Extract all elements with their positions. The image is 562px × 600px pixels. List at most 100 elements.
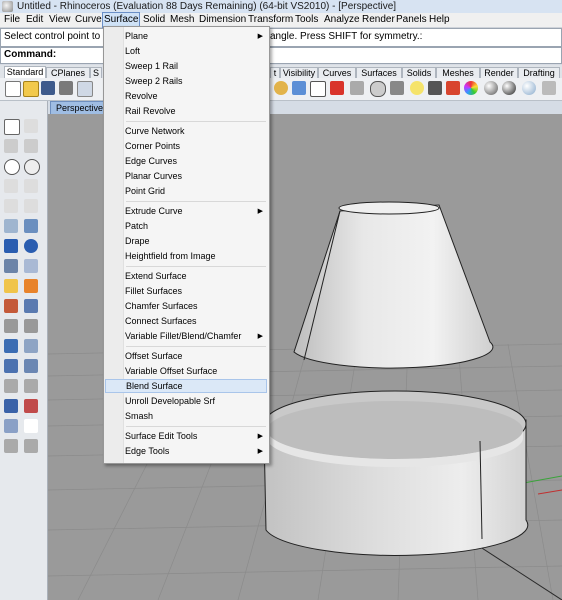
menu-view[interactable]: View: [49, 13, 71, 27]
properties-icon[interactable]: [428, 81, 442, 95]
freeform-curve-icon[interactable]: [24, 199, 38, 213]
circle-icon[interactable]: [4, 159, 20, 175]
menu-item-sweep-1-rail[interactable]: Sweep 1 Rail: [124, 59, 269, 74]
new-file-icon[interactable]: [5, 81, 21, 97]
menu-item-plane[interactable]: Plane ▶: [124, 29, 269, 44]
analyze-icon[interactable]: [4, 419, 18, 433]
point-icon[interactable]: [24, 119, 38, 133]
menu-item-offset-surface[interactable]: Offset Surface: [124, 349, 269, 364]
menu-help[interactable]: Help: [429, 13, 450, 27]
menu-curve[interactable]: Curve: [75, 13, 102, 27]
render-tool-icon[interactable]: [4, 439, 18, 453]
menu-item-connect-surfaces[interactable]: Connect Surfaces: [124, 314, 269, 329]
grid-array-icon[interactable]: [4, 399, 18, 413]
trim-icon[interactable]: [4, 299, 18, 313]
menu-item-variable-fillet-blend-chamfer[interactable]: Variable Fillet/Blend/Chamfer ▶: [124, 329, 269, 344]
light-bulb-icon[interactable]: [410, 81, 424, 95]
menu-item-extend-surface[interactable]: Extend Surface: [124, 269, 269, 284]
cplane-icon[interactable]: [350, 81, 364, 95]
menu-tools[interactable]: Tools: [295, 13, 318, 27]
menu-edit[interactable]: Edit: [26, 13, 43, 27]
command-input[interactable]: Command:: [0, 47, 562, 64]
explode-icon[interactable]: [24, 279, 38, 293]
color-wheel-icon[interactable]: [464, 81, 478, 95]
text-icon[interactable]: [4, 279, 18, 293]
menu-item-planar-curves[interactable]: Planar Curves: [124, 169, 269, 184]
menu-analyze[interactable]: Analyze: [324, 13, 360, 27]
render-preview-icon[interactable]: [522, 81, 536, 95]
more-tools-icon[interactable]: [542, 81, 556, 95]
rectangle-icon[interactable]: [24, 179, 38, 193]
menu-item-label: Heightfield from Image: [125, 251, 216, 261]
menu-item-rail-revolve[interactable]: Rail Revolve: [124, 104, 269, 119]
menu-item-smash[interactable]: Smash: [124, 409, 269, 424]
open-file-icon[interactable]: [23, 81, 39, 97]
polyline-icon[interactable]: [4, 139, 18, 153]
menu-item-label: Plane: [125, 31, 149, 41]
menu-item-patch[interactable]: Patch: [124, 219, 269, 234]
ellipse-icon[interactable]: [24, 159, 40, 175]
surface-corners-icon[interactable]: [4, 219, 18, 233]
menu-item-edge-curves[interactable]: Edge Curves: [124, 154, 269, 169]
rotate-icon[interactable]: [24, 339, 38, 353]
offset-icon[interactable]: [24, 319, 38, 333]
menu-item-sweep-2-rails[interactable]: Sweep 2 Rails: [124, 74, 269, 89]
menu-solid[interactable]: Solid: [143, 13, 165, 27]
menu-item-fillet-surfaces[interactable]: Fillet Surfaces: [124, 284, 269, 299]
car-icon[interactable]: [330, 81, 344, 95]
menu-item-revolve[interactable]: Revolve: [124, 89, 269, 104]
menu-item-chamfer-surfaces[interactable]: Chamfer Surfaces: [124, 299, 269, 314]
menu-transform[interactable]: Transform: [248, 13, 293, 27]
move-icon[interactable]: [4, 339, 18, 353]
grid-icon[interactable]: [310, 81, 326, 97]
menu-item-corner-points[interactable]: Corner Points: [124, 139, 269, 154]
save-icon[interactable]: [41, 81, 55, 95]
surface-sweep-icon[interactable]: [24, 219, 38, 233]
mirror-icon[interactable]: [4, 379, 18, 393]
array-icon[interactable]: [24, 379, 38, 393]
menu-dimension[interactable]: Dimension: [199, 13, 246, 27]
arc-icon[interactable]: [4, 179, 18, 193]
loft-icon[interactable]: [24, 259, 38, 273]
title-bar: Untitled - Rhinoceros (Evaluation 88 Day…: [0, 0, 562, 13]
scale-icon[interactable]: [24, 359, 38, 373]
menu-item-curve-network[interactable]: Curve Network: [124, 124, 269, 139]
check-icon[interactable]: [24, 419, 38, 433]
menu-panels[interactable]: Panels: [396, 13, 427, 27]
rendered-sphere-icon[interactable]: [502, 81, 516, 95]
box-icon[interactable]: [4, 239, 18, 253]
zoom-icon[interactable]: [274, 81, 288, 95]
zoom-window-icon[interactable]: [292, 81, 306, 95]
material-icon[interactable]: [446, 81, 460, 95]
dimension-icon[interactable]: [24, 399, 38, 413]
menu-item-unroll-developable-srf[interactable]: Unroll Developable Srf: [124, 394, 269, 409]
viewport-tab-perspective[interactable]: Perspective: [50, 101, 110, 115]
mesh-icon[interactable]: [4, 259, 18, 273]
menu-item-edge-tools[interactable]: Edge Tools ▶: [124, 444, 269, 459]
menu-render[interactable]: Render: [362, 13, 395, 27]
shaded-sphere-icon[interactable]: [484, 81, 498, 95]
sphere-icon[interactable]: [24, 239, 38, 253]
menu-item-variable-offset-surface[interactable]: Variable Offset Surface: [124, 364, 269, 379]
menu-item-heightfield-from-image[interactable]: Heightfield from Image: [124, 249, 269, 264]
menu-item-drape[interactable]: Drape: [124, 234, 269, 249]
menu-item-point-grid[interactable]: Point Grid: [124, 184, 269, 199]
tools-icon[interactable]: [24, 439, 38, 453]
menu-mesh[interactable]: Mesh: [170, 13, 194, 27]
polygon-icon[interactable]: [4, 199, 18, 213]
menu-item-blend-surface[interactable]: Blend Surface: [105, 379, 267, 393]
submenu-arrow-icon: ▶: [257, 333, 263, 340]
layers-icon[interactable]: [390, 81, 404, 95]
menu-item-loft[interactable]: Loft: [124, 44, 269, 59]
print-icon[interactable]: [59, 81, 73, 95]
curve-icon[interactable]: [24, 139, 38, 153]
split-icon[interactable]: [24, 299, 38, 313]
menu-item-extrude-curve[interactable]: Extrude Curve ▶: [124, 204, 269, 219]
menu-file[interactable]: File: [4, 13, 20, 27]
import-icon[interactable]: [77, 81, 93, 97]
menu-item-surface-edit-tools[interactable]: Surface Edit Tools ▶: [124, 429, 269, 444]
select-arrow-icon[interactable]: [4, 119, 20, 135]
fillet-icon[interactable]: [4, 319, 18, 333]
target-icon[interactable]: [370, 81, 386, 97]
copy-icon[interactable]: [4, 359, 18, 373]
